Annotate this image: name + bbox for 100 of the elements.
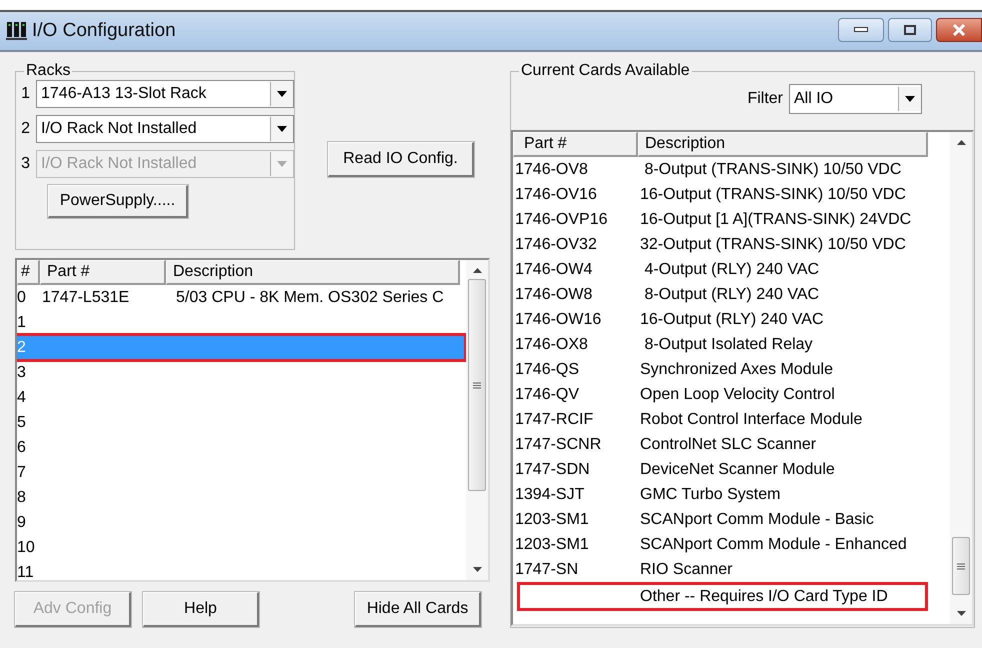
scroll-up-icon[interactable]	[472, 268, 482, 273]
part-number: 1747-SCNR	[514, 436, 602, 454]
column-header[interactable]: Part #	[513, 132, 638, 157]
card-description: 5/03 CPU - 8K Mem. OS302 Series C	[175, 288, 444, 306]
maximize-button[interactable]	[888, 18, 932, 42]
rack-dropdown[interactable]: 1746-A13 13-Slot Rack	[36, 80, 294, 108]
scroll-down-icon[interactable]	[956, 611, 966, 616]
card-row[interactable]: 1746-OV32 32-Output (TRANS-SINK) 10/50 VDC	[513, 232, 950, 257]
slot-number: 10	[17, 538, 36, 556]
slot-row[interactable]: 3	[17, 360, 466, 385]
dialog-button[interactable]: Hide All Cards	[355, 592, 481, 627]
grip-icon	[473, 382, 481, 388]
rack-icon	[6, 21, 28, 41]
part-number: 1203-SM1	[514, 536, 590, 554]
card-row[interactable]: 1747-RCIF Robot Control Interface Module	[513, 407, 950, 432]
slot-number: 1	[17, 314, 27, 332]
scroll-down-icon[interactable]	[472, 567, 482, 572]
scroll-thumb[interactable]	[952, 537, 970, 595]
card-description: SCANport Comm Module - Enhanced	[640, 536, 907, 554]
slot-row[interactable]: 4	[17, 385, 466, 410]
scrollbar[interactable]	[950, 132, 972, 624]
part-number: 1746-OV16	[514, 186, 598, 204]
close-button[interactable]	[936, 18, 982, 42]
slot-row[interactable]: 1	[17, 310, 466, 335]
caret-icon	[277, 91, 287, 97]
part-number: 1747-SDN	[514, 460, 591, 478]
card-row[interactable]: 1746-QV Open Loop Velocity Control	[513, 382, 950, 407]
slot-row[interactable]: 10	[17, 535, 466, 560]
group-label: Current Cards Available	[520, 62, 691, 80]
slot-number: 4	[17, 388, 27, 406]
card-description: GMC Turbo System	[640, 486, 780, 504]
slot-row[interactable]: 7	[17, 460, 466, 485]
slot-number: 6	[17, 438, 27, 456]
part-number: 1746-OW16	[514, 310, 602, 328]
slot-number: 11	[17, 564, 35, 580]
column-header[interactable]: Description	[638, 132, 928, 157]
card-description: 8-Output (TRANS-SINK) 10/50 VDC	[643, 160, 902, 178]
card-description: RIO Scanner	[640, 560, 732, 578]
slot-row[interactable]: 5	[17, 410, 466, 435]
column-header[interactable]: #	[17, 260, 40, 285]
card-row[interactable]: 1746-QS Synchronized Axes Module	[513, 357, 950, 382]
slot-row[interactable]: 11	[17, 560, 466, 580]
card-row[interactable]: 1746-OW8 8-Output (RLY) 240 VAC	[513, 282, 950, 307]
read-io-config-button[interactable]: Read IO Config.	[328, 142, 474, 177]
slot-row[interactable]: 9	[17, 510, 466, 535]
card-description: Synchronized Axes Module	[640, 360, 833, 378]
rack-number: 3	[20, 155, 30, 173]
card-row[interactable]: 1394-SJT GMC Turbo System	[513, 482, 950, 507]
part-number: 1747-L531E	[41, 288, 130, 306]
slot-row[interactable]: 8	[17, 485, 466, 510]
card-description: SCANport Comm Module - Basic	[640, 510, 874, 528]
maximize-icon	[904, 25, 916, 35]
minimize-icon	[854, 27, 868, 33]
slot-number: 8	[17, 488, 27, 506]
card-description: 16-Output (TRANS-SINK) 10/50 VDC	[640, 186, 906, 204]
card-row[interactable]: 1203-SM1 SCANport Comm Module - Enhanced	[513, 532, 950, 557]
scrollbar[interactable]	[466, 260, 488, 580]
filter-label: Filter	[747, 90, 783, 108]
card-row[interactable]: 1747-SCNR ControlNet SLC Scanner	[513, 432, 950, 457]
minimize-button[interactable]	[838, 18, 884, 42]
scroll-up-icon[interactable]	[956, 140, 966, 145]
card-row[interactable]: 1747-SN RIO Scanner	[513, 557, 950, 582]
slot-row[interactable]: 6	[17, 435, 466, 460]
slot-row[interactable]: 0 1747-L531E 5/03 CPU - 8K Mem. OS302 Series C	[17, 285, 466, 310]
card-row[interactable]: 1746-OW16 16-Output (RLY) 240 VAC	[513, 307, 950, 332]
card-row[interactable]: 1747-SDN DeviceNet Scanner Module	[513, 457, 950, 482]
slot-number: 2	[17, 338, 27, 356]
scroll-thumb[interactable]	[468, 279, 486, 491]
card-row[interactable]: 1746-OV16 16-Output (TRANS-SINK) 10/50 VDC	[513, 182, 950, 207]
rack-dropdown[interactable]: I/O Rack Not Installed	[36, 115, 294, 143]
card-description: Open Loop Velocity Control	[640, 386, 835, 404]
part-number: 1746-QV	[514, 386, 580, 404]
card-row[interactable]: 1746-OV8 8-Output (TRANS-SINK) 10/50 VDC	[513, 157, 950, 182]
column-header[interactable]: Part #	[40, 260, 166, 285]
filter-dropdown[interactable]: All IO	[789, 84, 922, 114]
card-row[interactable]: Other -- Requires I/O Card Type ID	[519, 584, 926, 609]
card-description: Other -- Requires I/O Card Type ID	[640, 588, 888, 606]
dialog-button[interactable]: Help	[143, 592, 259, 627]
card-description: 32-Output (TRANS-SINK) 10/50 VDC	[640, 236, 906, 254]
part-number: 1746-OV32	[514, 236, 598, 254]
caret-icon	[905, 96, 915, 102]
column-header[interactable]: Description	[166, 260, 460, 285]
card-row[interactable]: 1746-OW4 4-Output (RLY) 240 VAC	[513, 257, 950, 282]
part-number: 1746-QS	[514, 360, 580, 378]
card-description: DeviceNet Scanner Module	[640, 460, 835, 478]
card-row[interactable]: 1746-OX8 8-Output Isolated Relay	[513, 332, 950, 357]
part-number: 1746-OW4	[514, 260, 594, 278]
slot-number: 5	[17, 414, 27, 432]
card-description: Robot Control Interface Module	[640, 410, 862, 428]
card-description: ControlNet SLC Scanner	[640, 436, 816, 454]
card-description: 8-Output (RLY) 240 VAC	[643, 286, 820, 304]
card-description: 8-Output Isolated Relay	[643, 336, 813, 354]
part-number: 1394-SJT	[514, 486, 586, 504]
power-supply-button[interactable]: PowerSupply.....	[48, 185, 188, 218]
card-row[interactable]: 1203-SM1 SCANport Comm Module - Basic	[513, 507, 950, 532]
caret-icon	[277, 126, 287, 132]
card-row[interactable]: 1746-OVP16 16-Output [1 A](TRANS-SINK) 24VDC	[513, 207, 950, 232]
card-description: 16-Output (RLY) 240 VAC	[640, 310, 824, 328]
rack-number: 2	[20, 120, 30, 138]
card-description: 4-Output (RLY) 240 VAC	[643, 260, 820, 278]
